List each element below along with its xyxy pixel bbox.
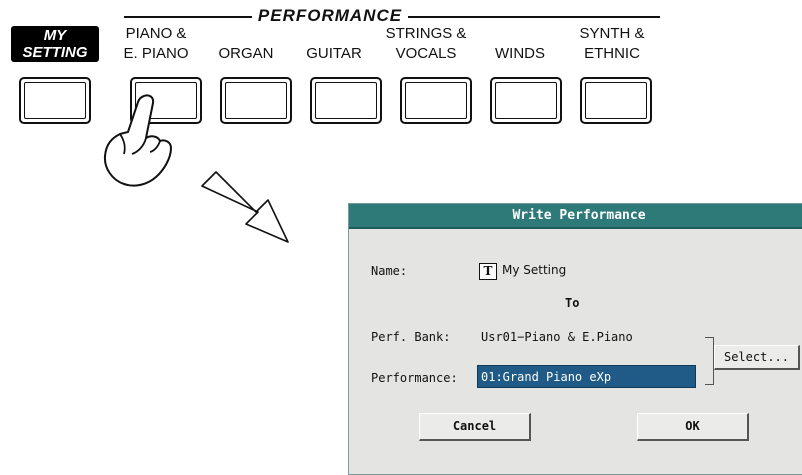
section-rule-right: [408, 16, 660, 18]
dialog-title: Write Performance: [349, 204, 802, 229]
my-setting-label: MY SETTING: [11, 26, 99, 62]
organ-button[interactable]: [220, 77, 292, 124]
section-rule-left: [124, 16, 252, 18]
strings-vocals-button[interactable]: [400, 77, 472, 124]
winds-button[interactable]: [490, 77, 562, 124]
category-line1: SYNTH &: [579, 25, 645, 42]
arrow-down-right-icon: [201, 171, 289, 243]
name-label: Name:: [371, 264, 408, 278]
name-value: My Setting: [502, 263, 567, 277]
category-line2: WINDS: [495, 45, 545, 62]
section-title: PERFORMANCE: [257, 6, 403, 25]
ok-button[interactable]: OK: [637, 413, 749, 441]
performance-label: Performance:: [371, 371, 458, 385]
pointing-hand-icon: [103, 94, 172, 187]
cancel-button[interactable]: Cancel: [419, 413, 531, 441]
my-setting-line1: MY: [43, 27, 67, 44]
to-label: To: [565, 296, 580, 310]
perf-bank-label: Perf. Bank:: [371, 330, 451, 344]
category-label-guitar: GUITAR: [286, 44, 382, 64]
category-line2: ETHNIC: [584, 45, 640, 62]
category-label-synth: SYNTH & ETHNIC: [564, 24, 660, 64]
select-bracket: [705, 337, 714, 385]
category-label-piano: PIANO & E. PIANO: [108, 24, 204, 64]
category-line2: GUITAR: [306, 45, 362, 62]
perf-bank-value: Usr01−Piano & E.Piano: [481, 330, 633, 344]
performance-field[interactable]: 01:Grand Piano eXp: [477, 365, 696, 388]
my-setting-button[interactable]: [19, 77, 91, 124]
my-setting-line2: SETTING: [22, 44, 88, 61]
category-line2: VOCALS: [395, 45, 457, 62]
category-label-winds: WINDS: [472, 44, 568, 64]
category-line1: PIANO &: [125, 25, 187, 42]
category-line2: ORGAN: [218, 45, 274, 62]
guitar-button[interactable]: [310, 77, 382, 124]
category-label-strings: STRINGS & VOCALS: [378, 24, 474, 64]
select-button[interactable]: Select...: [714, 345, 800, 370]
synth-ethnic-button[interactable]: [580, 77, 652, 124]
write-performance-dialog: Write Performance Name: T My Setting To …: [348, 203, 802, 475]
category-line1: STRINGS &: [385, 25, 467, 42]
category-label-organ: ORGAN: [198, 44, 294, 64]
text-edit-icon[interactable]: T: [479, 263, 497, 280]
category-line2: E. PIANO: [123, 45, 189, 62]
